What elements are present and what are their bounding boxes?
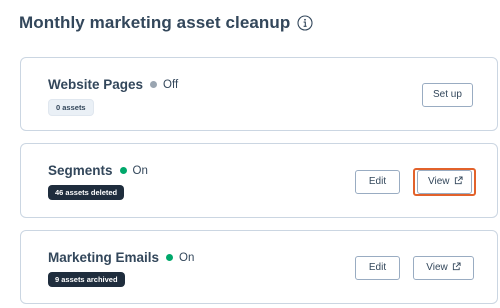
- asset-count-badge: 0 assets: [48, 99, 94, 116]
- page-title: Monthly marketing asset cleanup: [19, 13, 291, 32]
- card-title-row: Segments On: [48, 163, 148, 178]
- status-text: Off: [163, 78, 179, 91]
- view-button-label: View: [428, 176, 450, 187]
- setup-button[interactable]: Set up: [422, 83, 473, 107]
- card-title: Segments: [48, 163, 113, 178]
- asset-count-badge: 46 assets deleted: [48, 185, 125, 200]
- external-link-icon: [454, 176, 463, 185]
- asset-count-badge: 9 assets archived: [48, 272, 125, 287]
- external-link-icon: [452, 262, 461, 271]
- status-dot-on: [166, 254, 174, 261]
- status-dot-on: [119, 167, 127, 174]
- status-text: On: [132, 164, 148, 177]
- view-button-label: View: [426, 262, 448, 273]
- view-button[interactable]: View: [417, 170, 472, 194]
- view-button[interactable]: View: [413, 256, 474, 280]
- card-title: Website Pages: [48, 77, 144, 92]
- asset-card-marketing-emails: Marketing Emails On 9 assets archived Ed…: [20, 230, 498, 304]
- page-header: Monthly marketing asset cleanup: [19, 13, 313, 33]
- edit-button[interactable]: Edit: [355, 170, 400, 194]
- card-title-row: Website Pages Off: [48, 77, 178, 92]
- edit-button[interactable]: Edit: [355, 256, 400, 280]
- card-title-row: Marketing Emails On: [48, 250, 194, 265]
- card-title: Marketing Emails: [48, 250, 160, 265]
- asset-card-website-pages: Website Pages Off 0 assets Set up: [20, 57, 498, 131]
- status-text: On: [179, 251, 195, 264]
- info-icon[interactable]: [297, 15, 313, 31]
- asset-card-segments: Segments On 46 assets deleted Edit View: [20, 143, 498, 218]
- status-dot-off: [150, 81, 158, 88]
